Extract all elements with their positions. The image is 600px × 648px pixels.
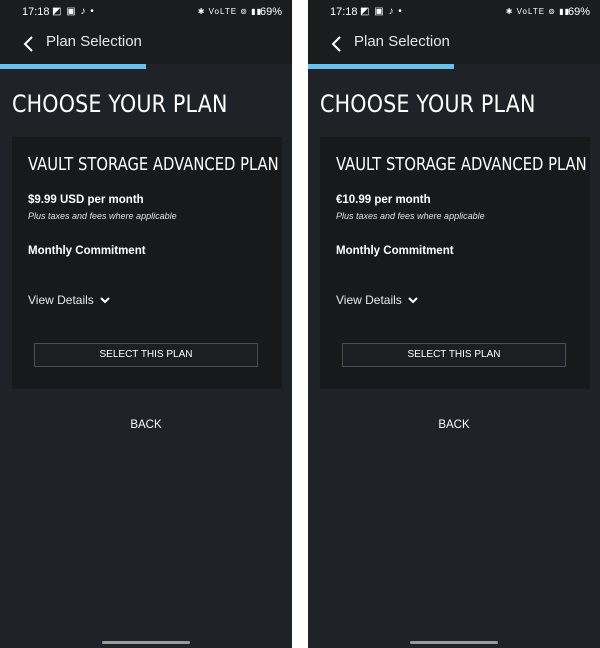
appbar-title: Plan Selection	[46, 33, 142, 50]
phone-screen-eur: 17:18 ◩ ▣ ♪ • ✱ VoLTE ⊚ ▮▮ 69% Plan Sele…	[308, 0, 600, 648]
status-bar: 17:18 ◩ ▣ ♪ • ✱ VoLTE ⊚ ▮▮ 69%	[308, 0, 600, 26]
app-bar: Plan Selection	[0, 26, 292, 64]
notification-icons: ◩ ▣ ♪ •	[360, 6, 403, 17]
view-details-label: View Details	[28, 293, 94, 307]
plan-commitment: Monthly Commitment	[28, 245, 146, 257]
battery-level: 69%	[567, 6, 590, 18]
plan-commitment: Monthly Commitment	[336, 245, 454, 257]
appbar-title: Plan Selection	[354, 33, 450, 50]
progress-fill	[308, 64, 454, 69]
back-arrow-icon[interactable]	[18, 33, 40, 55]
page-title: CHOOSE YOUR PLAN	[12, 90, 228, 118]
view-details-toggle[interactable]: View Details	[28, 293, 111, 307]
select-plan-button[interactable]: SELECT THIS PLAN	[34, 343, 258, 367]
plan-card: VAULT STORAGE ADVANCED PLAN €10.99 per m…	[320, 137, 590, 389]
progress-bar	[0, 64, 292, 69]
plan-title: VAULT STORAGE ADVANCED PLAN	[336, 154, 587, 175]
home-indicator[interactable]	[102, 641, 190, 644]
phone-screen-usd: 17:18 ◩ ▣ ♪ • ✱ VoLTE ⊚ ▮▮ 69% Plan Sele…	[0, 0, 292, 648]
progress-fill	[0, 64, 146, 69]
chevron-down-icon	[407, 294, 419, 306]
status-time: 17:18	[330, 6, 358, 18]
status-time: 17:18	[22, 6, 50, 18]
plan-price: €10.99 per month	[336, 194, 431, 206]
plan-card: VAULT STORAGE ADVANCED PLAN $9.99 USD pe…	[12, 137, 282, 389]
battery-level: 69%	[259, 6, 282, 18]
plan-price: $9.99 USD per month	[28, 194, 144, 206]
select-plan-button[interactable]: SELECT THIS PLAN	[342, 343, 566, 367]
back-button[interactable]: BACK	[0, 419, 292, 431]
progress-bar	[308, 64, 600, 69]
view-details-label: View Details	[336, 293, 402, 307]
tax-note: Plus taxes and fees where applicable	[336, 211, 485, 221]
status-bar: 17:18 ◩ ▣ ♪ • ✱ VoLTE ⊚ ▮▮ 69%	[0, 0, 292, 26]
back-arrow-icon[interactable]	[326, 33, 348, 55]
app-bar: Plan Selection	[308, 26, 600, 64]
notification-icons: ◩ ▣ ♪ •	[52, 6, 95, 17]
connectivity-icons: ✱ VoLTE ⊚ ▮▮	[505, 7, 570, 16]
page-title: CHOOSE YOUR PLAN	[320, 90, 536, 118]
tax-note: Plus taxes and fees where applicable	[28, 211, 177, 221]
view-details-toggle[interactable]: View Details	[336, 293, 419, 307]
chevron-down-icon	[99, 294, 111, 306]
connectivity-icons: ✱ VoLTE ⊚ ▮▮	[197, 7, 262, 16]
home-indicator[interactable]	[410, 641, 498, 644]
back-button[interactable]: BACK	[308, 419, 600, 431]
plan-title: VAULT STORAGE ADVANCED PLAN	[28, 154, 279, 175]
